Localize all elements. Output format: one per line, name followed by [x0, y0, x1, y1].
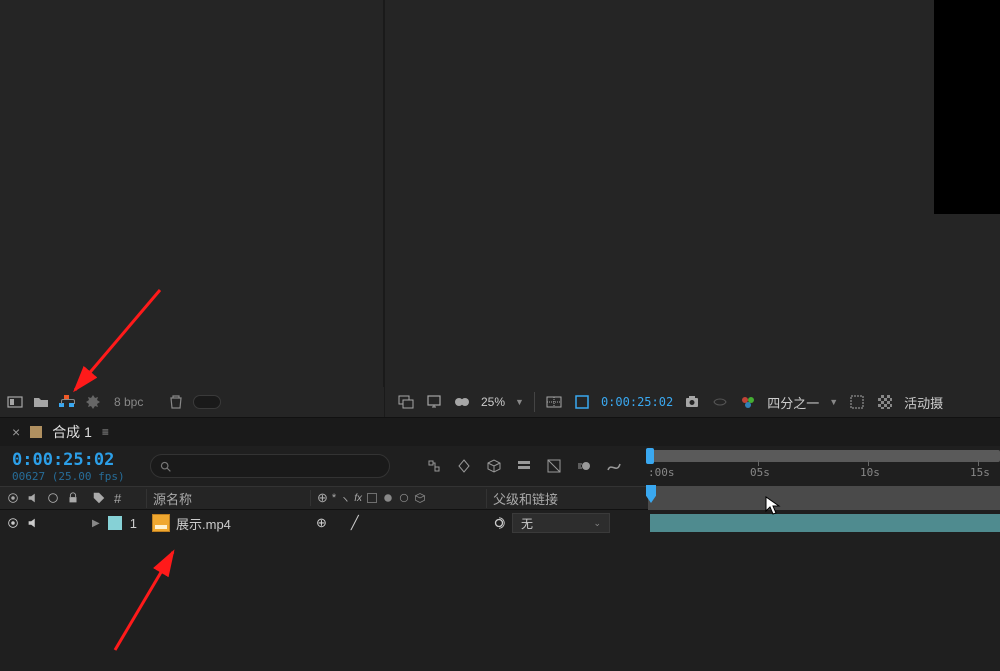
parent-header[interactable]: 父级和链接	[486, 489, 648, 508]
solo-icon[interactable]	[46, 491, 60, 505]
comp-tab-name[interactable]: 合成 1	[52, 422, 92, 442]
parent-dropdown[interactable]: 无 ⌄	[512, 513, 610, 533]
motion-blur-icon[interactable]	[575, 457, 593, 475]
label-column: #	[86, 491, 146, 506]
layer-quality-switch[interactable]: ╱	[351, 515, 359, 531]
camera-dropdown[interactable]: 活动摄	[904, 393, 943, 412]
divider	[534, 392, 535, 412]
cube-3d-icon[interactable]	[485, 457, 503, 475]
tick-15s: 15s	[970, 466, 990, 479]
switches-header: ⊕ * ヽ fx	[310, 490, 486, 506]
grid-mask-icon[interactable]	[573, 393, 591, 411]
mask-toggle-icon[interactable]	[453, 393, 471, 411]
video-eye-icon[interactable]	[6, 491, 20, 505]
new-composition-icon[interactable]	[58, 393, 76, 411]
layer-color-label[interactable]	[108, 516, 122, 530]
timeline-tabs: × 合成 1 ≡	[0, 418, 1000, 446]
time-ruler[interactable]: :00s 05s 10s 15s	[648, 446, 1000, 486]
tag-icon	[92, 491, 106, 505]
3d-layer-icon	[414, 492, 426, 504]
shy-icon[interactable]	[515, 457, 533, 475]
layer-bar-track	[648, 510, 1000, 536]
search-icon	[159, 460, 172, 473]
hash-header: #	[114, 491, 121, 506]
frame-blend-icon[interactable]	[545, 457, 563, 475]
project-panel	[0, 0, 384, 387]
tick-10s: 10s	[860, 466, 880, 479]
lock-icon[interactable]	[66, 491, 80, 505]
tick-5s: 05s	[750, 466, 770, 479]
sourcename-header[interactable]: 源名称	[146, 489, 310, 508]
interpret-footage-icon[interactable]	[6, 393, 24, 411]
comp-mini-flow-icon[interactable]	[425, 457, 443, 475]
current-timecode[interactable]: 0:00:25:02	[12, 450, 150, 470]
render-toggle[interactable]	[193, 395, 221, 409]
monitor-icon[interactable]	[425, 393, 443, 411]
draft-3d-icon[interactable]	[455, 457, 473, 475]
work-area-bar[interactable]	[648, 450, 1000, 462]
parent-value: 无	[521, 515, 533, 532]
tick-0s: :00s	[648, 466, 675, 479]
layer-audio-toggle[interactable]	[26, 516, 40, 530]
video-file-icon	[152, 514, 170, 532]
channel-icon[interactable]	[739, 393, 757, 411]
layer-duration-bar[interactable]	[650, 514, 1000, 532]
region-of-interest-icon[interactable]	[848, 393, 866, 411]
layer-twirl-icon[interactable]: ▶	[92, 518, 100, 529]
close-tab-button[interactable]: ×	[12, 424, 20, 440]
layer-name[interactable]: 展示.mp4	[176, 514, 231, 533]
timeline-graph: :00s 05s 10s 15s	[648, 446, 1000, 536]
quality-icon	[382, 492, 394, 504]
asterisk-switch-icon: *	[332, 492, 336, 504]
fx-switch-icon: ヽ	[340, 491, 350, 506]
timeline-tools	[425, 457, 623, 475]
composition-viewer	[385, 0, 1000, 387]
av-column	[0, 491, 86, 505]
delete-icon[interactable]	[167, 393, 185, 411]
work-area-start-handle[interactable]	[646, 448, 654, 464]
timecode-block[interactable]: 0:00:25:02 00627 (25.00 fps)	[0, 450, 150, 483]
zoom-percent[interactable]: 25%	[481, 395, 505, 409]
tab-menu-icon[interactable]: ≡	[102, 425, 110, 439]
bit-depth-label[interactable]: 8 bpc	[114, 395, 143, 409]
layer-index: 1	[130, 516, 137, 531]
layer-search-input[interactable]	[150, 454, 390, 478]
resolution-dropdown[interactable]: 四分之一	[767, 393, 819, 412]
current-time-indicator[interactable]	[646, 485, 656, 503]
audio-speaker-icon[interactable]	[26, 491, 40, 505]
zoom-chevron-icon[interactable]: ▼	[515, 397, 524, 407]
new-folder-icon[interactable]	[32, 393, 50, 411]
comp-tab-icon	[30, 426, 42, 438]
preview-frame-fragment	[934, 0, 1000, 214]
resolution-chevron-icon[interactable]: ▼	[829, 397, 838, 407]
collapse-transform-icon	[366, 492, 378, 504]
adjustment-icon	[398, 492, 410, 504]
preview-time[interactable]: 0:00:25:02	[601, 395, 673, 409]
fx-header-icon: fx	[354, 493, 362, 504]
chevron-down-icon: ⌄	[593, 518, 601, 529]
project-settings-icon[interactable]	[84, 393, 102, 411]
safe-zone-icon[interactable]	[545, 393, 563, 411]
pickwhip-icon[interactable]	[492, 516, 506, 530]
time-navigator[interactable]	[648, 486, 1000, 510]
composition-tools-row: 25% ▼ 0:00:25:02 四分之一 ▼ 活动摄	[385, 387, 1000, 417]
layer-shy-switch[interactable]: ⊕	[316, 515, 327, 531]
graph-editor-icon[interactable]	[605, 457, 623, 475]
frame-fps-label: 00627 (25.00 fps)	[12, 470, 150, 483]
project-tools-row: 8 bpc	[0, 387, 384, 417]
transparency-grid-icon[interactable]	[876, 393, 894, 411]
layer-video-toggle[interactable]	[6, 516, 20, 530]
snapshot-icon[interactable]	[683, 393, 701, 411]
shy-switch-icon: ⊕	[317, 490, 328, 506]
timeline-panel: × 合成 1 ≡ 0:00:25:02 00627 (25.00 fps)	[0, 417, 1000, 671]
always-preview-icon[interactable]	[397, 393, 415, 411]
show-snapshot-icon[interactable]	[711, 393, 729, 411]
